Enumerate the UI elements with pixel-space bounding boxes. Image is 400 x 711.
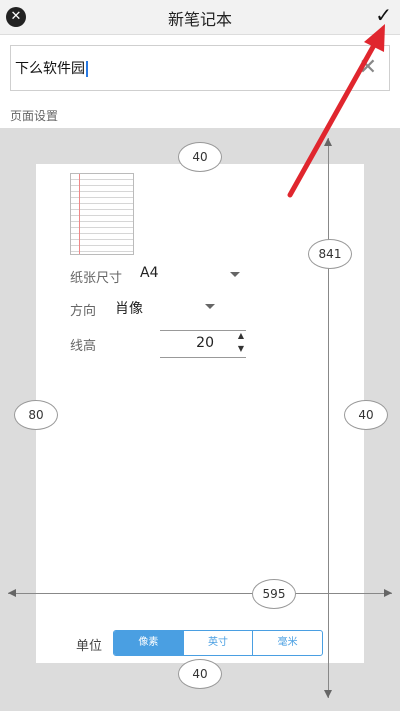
height-dimension-line xyxy=(328,138,329,698)
paper-size-label: 纸张尺寸 xyxy=(70,271,123,286)
chevron-down-icon[interactable] xyxy=(205,304,215,309)
unit-option-inch[interactable]: 英寸 xyxy=(184,631,254,655)
notebook-name-value: 下么软件园 xyxy=(15,58,88,78)
chevron-down-icon[interactable] xyxy=(230,272,240,277)
line-height-value: 20 xyxy=(196,335,214,351)
notebook-name-field[interactable]: 下么软件园 ✕ xyxy=(10,45,390,91)
right-margin-input[interactable]: 40 xyxy=(344,400,388,430)
decrement-icon[interactable]: ▼ xyxy=(238,344,244,353)
confirm-check-icon[interactable]: ✓ xyxy=(375,3,392,27)
page-settings-label: 页面设置 xyxy=(10,109,59,123)
orientation-label: 方向 xyxy=(70,304,97,319)
line-height-label: 线高 xyxy=(70,339,97,354)
top-bar: ✕ 新笔记本 ✓ xyxy=(0,0,400,35)
line-height-stepper[interactable]: 20 ▲ ▼ xyxy=(160,330,246,358)
increment-icon[interactable]: ▲ xyxy=(238,331,244,340)
orientation-select[interactable]: 肖像 xyxy=(115,298,143,318)
paper-thumbnail xyxy=(70,173,134,255)
clear-icon[interactable]: ✕ xyxy=(359,55,377,80)
width-dimension-line xyxy=(8,593,392,594)
page-preview: 40 80 40 40 841 595 纸张尺寸 A4 方向 肖像 线高 20 … xyxy=(0,128,400,711)
paper-size-select[interactable]: A4 xyxy=(140,265,158,281)
unit-option-pixel[interactable]: 像素 xyxy=(114,631,184,655)
bottom-margin-input[interactable]: 40 xyxy=(178,659,222,689)
width-input[interactable]: 595 xyxy=(252,579,296,609)
height-input[interactable]: 841 xyxy=(308,239,352,269)
top-margin-input[interactable]: 40 xyxy=(178,142,222,172)
left-margin-input[interactable]: 80 xyxy=(14,400,58,430)
unit-option-mm[interactable]: 毫米 xyxy=(253,631,322,655)
unit-selector: 像素 英寸 毫米 xyxy=(113,630,323,656)
unit-label: 单位 xyxy=(76,639,103,654)
page-title: 新笔记本 xyxy=(167,10,232,29)
